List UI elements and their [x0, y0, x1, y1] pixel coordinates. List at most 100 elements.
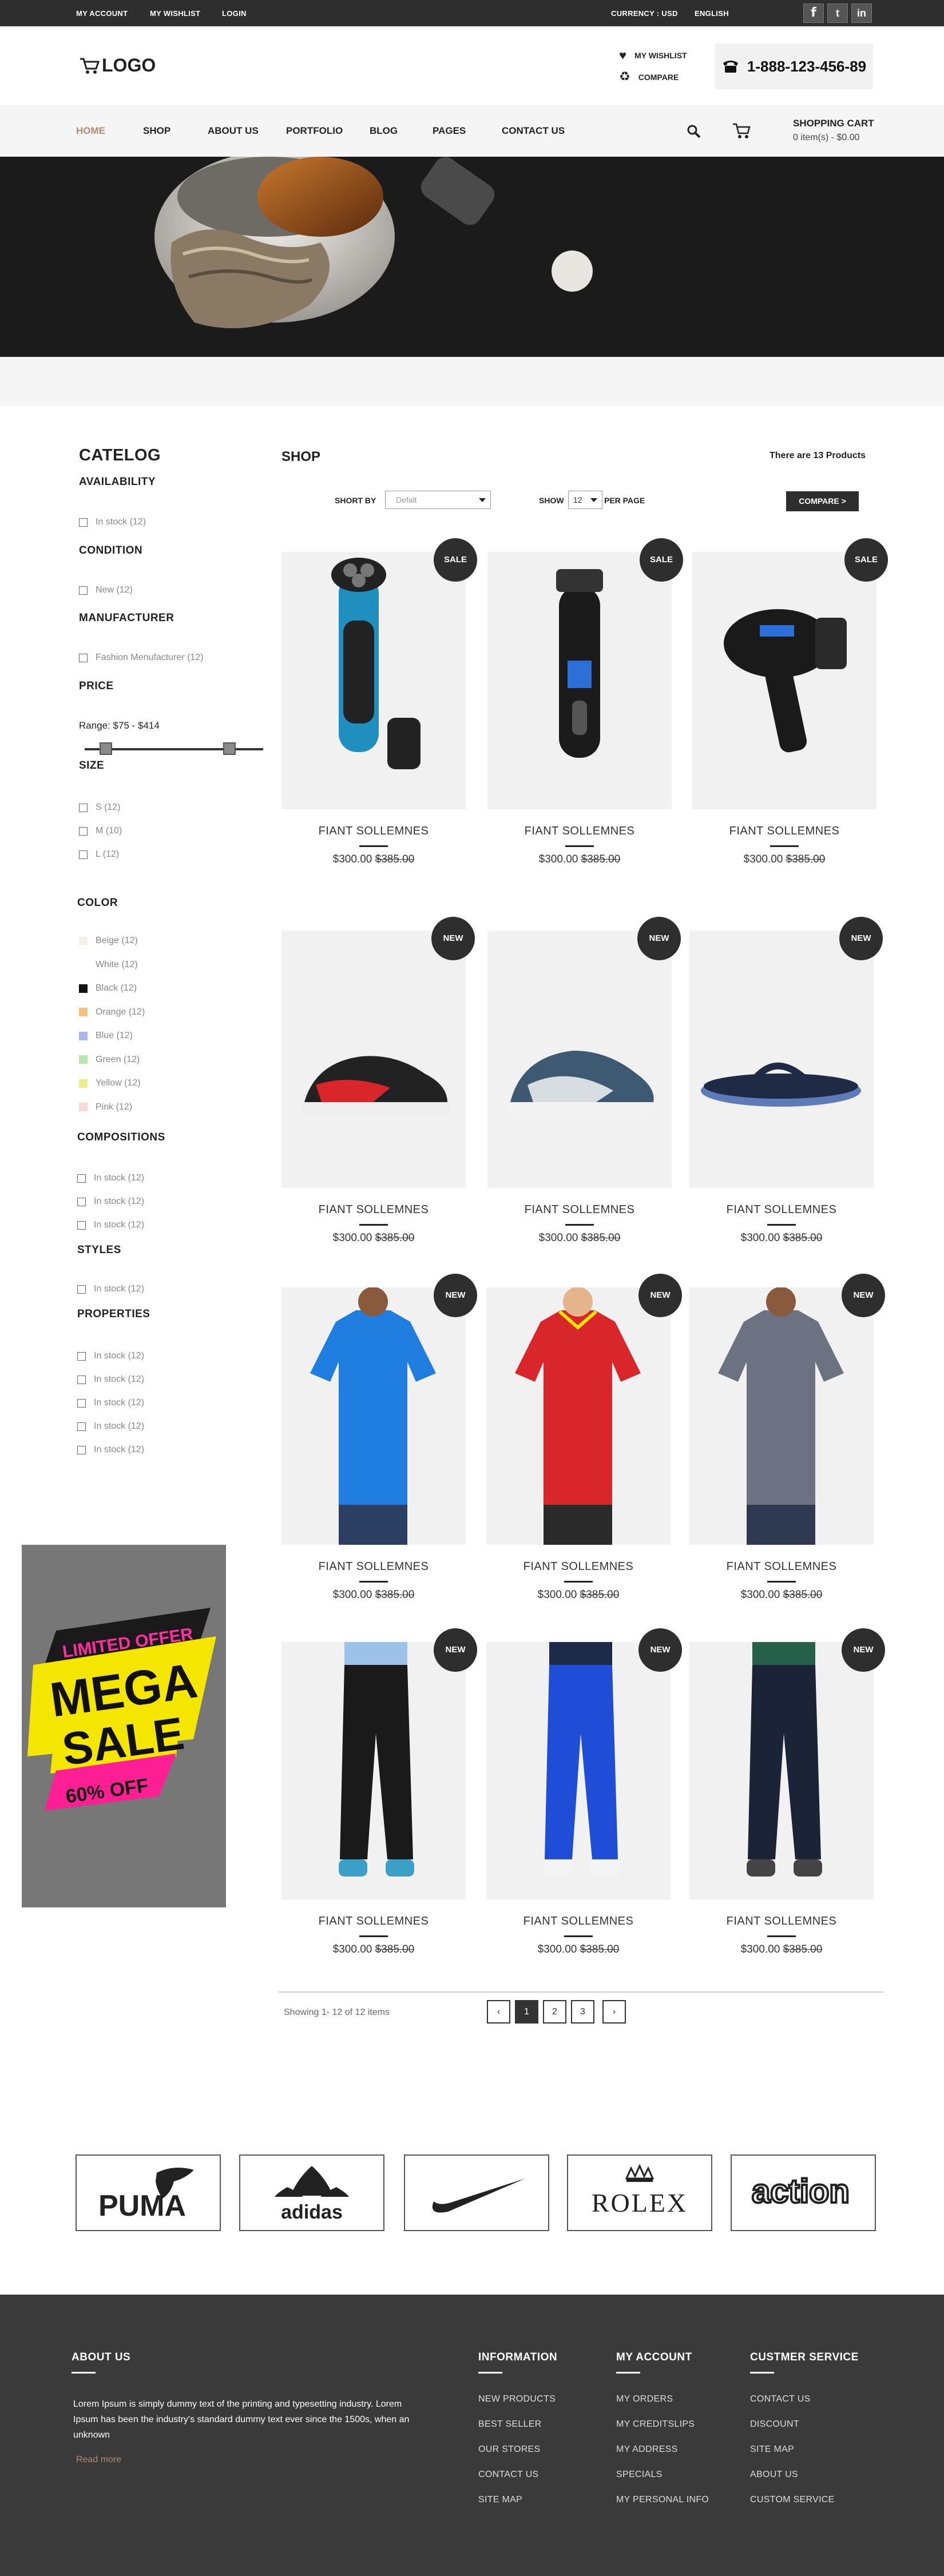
filter-composition[interactable]: In stock (12) — [77, 1196, 144, 1207]
brand-logo-adidas[interactable]: adidas — [239, 2154, 384, 2231]
product-name[interactable]: FIANT SOLLEMNES — [281, 1560, 466, 1573]
nav-home[interactable]: HOME — [76, 125, 105, 137]
footer-link-my-creditslips[interactable]: MY CREDITSLIPS — [616, 2419, 695, 2430]
color-swatch[interactable] — [79, 1103, 88, 1111]
price-slider-min-handle[interactable] — [100, 742, 112, 755]
filter-property[interactable]: In stock (12) — [77, 1445, 144, 1455]
filter-property[interactable]: In stock (12) — [77, 1351, 144, 1361]
footer-link-personal-info[interactable]: MY PERSONAL INFO — [616, 2495, 709, 2505]
checkbox[interactable] — [79, 586, 88, 595]
filter-color-item[interactable]: Pink (12) — [79, 1102, 132, 1112]
checkbox[interactable] — [79, 653, 88, 662]
compare-button[interactable]: COMPARE > — [786, 491, 859, 511]
filter-condition-new[interactable]: New (12) — [79, 585, 133, 595]
filter-manufacturer[interactable]: Fashion Menufacturer (12) — [79, 653, 204, 663]
filter-property[interactable]: In stock (12) — [77, 1374, 144, 1385]
footer-link-contact[interactable]: CONTACT US — [750, 2394, 811, 2404]
facebook-icon[interactable]: f — [803, 3, 824, 23]
filter-property[interactable]: In stock (12) — [77, 1421, 144, 1432]
my-account-link[interactable]: MY ACCOUNT — [76, 9, 128, 18]
nav-blog[interactable]: BLOG — [370, 125, 398, 137]
product-image[interactable] — [486, 1642, 671, 1899]
pagination-next-button[interactable]: › — [602, 2000, 626, 2024]
product-name[interactable]: FIANT SOLLEMNES — [689, 1915, 874, 1928]
color-swatch[interactable] — [79, 1055, 88, 1064]
filter-composition[interactable]: In stock (12) — [77, 1220, 144, 1230]
product-image[interactable] — [486, 1287, 671, 1545]
footer-link-new-products[interactable]: NEW PRODUCTS — [478, 2394, 556, 2404]
product-name[interactable]: FIANT SOLLEMNES — [281, 1915, 466, 1928]
filter-size-s[interactable]: S (12) — [79, 802, 121, 813]
checkbox[interactable] — [79, 803, 88, 812]
product-card[interactable]: SALE FIANT SOLLEMNES $300.00 $385.00 — [281, 538, 477, 865]
product-name[interactable]: FIANT SOLLEMNES — [281, 1203, 466, 1217]
shopping-cart-title[interactable]: SHOPPING CART — [793, 118, 874, 129]
product-name[interactable]: FIANT SOLLEMNES — [487, 825, 672, 838]
filter-color-item[interactable]: Yellow (12) — [79, 1078, 141, 1088]
filter-color-item[interactable]: Green (12) — [79, 1055, 140, 1065]
login-link[interactable]: LOGIN — [222, 9, 247, 18]
product-card[interactable]: NEW FIANT SOLLEMNES $300.00 $385.00 — [281, 917, 475, 1244]
pagination-page-1[interactable]: 1 — [515, 2000, 538, 2024]
footer-link-my-orders[interactable]: MY ORDERS — [616, 2394, 673, 2404]
language-selector[interactable]: ENGLISH — [695, 9, 729, 18]
filter-color-item[interactable]: Blue (12) — [79, 1031, 133, 1041]
pagination-page-2[interactable]: 2 — [543, 2000, 566, 2024]
product-image[interactable] — [281, 931, 466, 1188]
nav-about-us[interactable]: ABOUT US — [208, 125, 259, 137]
nav-portfolio[interactable]: PORTFOLIO — [286, 125, 343, 137]
brand-logo-rolex[interactable]: ROLEX — [567, 2154, 712, 2231]
checkbox[interactable] — [77, 1197, 86, 1206]
color-swatch[interactable] — [79, 984, 88, 993]
product-image[interactable] — [689, 931, 874, 1188]
product-name[interactable]: FIANT SOLLEMNES — [689, 1203, 874, 1217]
currency-selector[interactable]: CURRENCY : USD — [611, 9, 678, 18]
filter-size-l[interactable]: L (12) — [79, 849, 119, 860]
footer-link-custom-service[interactable]: CUSTOM SERVICE — [750, 2495, 835, 2505]
checkbox[interactable] — [79, 850, 88, 859]
footer-link-our-stores[interactable]: OUR STORES — [478, 2444, 541, 2455]
price-slider-max-handle[interactable] — [223, 742, 236, 755]
footer-link-contact-us[interactable]: CONTACT US — [478, 2470, 539, 2480]
footer-link-discount[interactable]: DISCOUNT — [750, 2419, 799, 2430]
product-card[interactable]: NEW FIANT SOLLEMNES $300.00 $385.00 — [689, 917, 883, 1244]
checkbox[interactable] — [77, 1351, 86, 1361]
promo-banner[interactable]: LIMITED OFFER MEGA SALE 60% OFF — [22, 1545, 226, 1907]
filter-availability-in-stock[interactable]: In stock (12) — [79, 517, 146, 527]
product-card[interactable]: NEW FIANT SOLLEMNES $300.00 $385.00 — [689, 1274, 885, 1601]
footer-link-specials[interactable]: SPECIALS — [616, 2470, 663, 2480]
color-swatch[interactable] — [79, 1008, 88, 1016]
phone-box[interactable]: 1-888-123-456-89 — [715, 43, 873, 89]
my-wishlist-link[interactable]: MY WISHLIST — [150, 9, 200, 18]
search-icon[interactable] — [687, 124, 701, 139]
sort-select[interactable]: Defalt — [385, 491, 491, 509]
checkbox[interactable] — [77, 1398, 86, 1408]
checkbox[interactable] — [79, 826, 88, 836]
brand-logo-action[interactable]: action — [731, 2154, 876, 2231]
footer-link-my-address[interactable]: MY ADDRESS — [616, 2444, 678, 2455]
product-name[interactable]: FIANT SOLLEMNES — [486, 1560, 671, 1573]
product-name[interactable]: FIANT SOLLEMNES — [486, 1915, 671, 1928]
checkbox[interactable] — [79, 518, 88, 527]
filter-color-item[interactable]: White (12) — [79, 960, 138, 970]
checkbox[interactable] — [77, 1285, 86, 1294]
color-swatch[interactable] — [79, 1031, 88, 1040]
brand-logo-puma[interactable]: PUMA — [76, 2154, 221, 2231]
product-image[interactable] — [689, 1287, 874, 1545]
twitter-icon[interactable]: t — [827, 3, 848, 23]
product-image[interactable] — [487, 552, 672, 809]
nav-contact-us[interactable]: CONTACT US — [502, 125, 565, 137]
per-page-select[interactable]: 12 — [568, 491, 602, 509]
product-image[interactable] — [692, 552, 876, 809]
nav-shop[interactable]: SHOP — [143, 125, 170, 137]
product-name[interactable]: FIANT SOLLEMNES — [692, 825, 876, 838]
footer-link-about[interactable]: ABOUT US — [750, 2470, 798, 2480]
pagination-page-3[interactable]: 3 — [571, 2000, 594, 2024]
product-card[interactable]: SALE FIANT SOLLEMNES $300.00 $385.00 — [487, 538, 683, 865]
site-logo[interactable]: LOGO — [79, 55, 156, 76]
filter-style[interactable]: In stock (12) — [77, 1284, 144, 1294]
product-image[interactable] — [281, 1642, 466, 1899]
checkbox[interactable] — [77, 1375, 86, 1384]
checkbox[interactable] — [77, 1174, 86, 1183]
checkbox[interactable] — [77, 1422, 86, 1431]
